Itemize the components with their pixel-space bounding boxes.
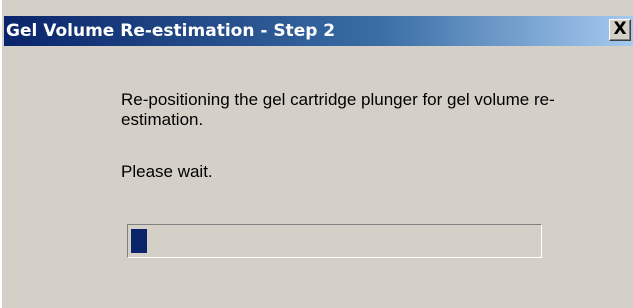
status-message: Re-positioning the gel cartridge plunger…: [121, 90, 555, 129]
progress-bar: [127, 224, 542, 258]
window-title: Gel Volume Re-estimation - Step 2: [6, 21, 336, 41]
close-icon: X: [613, 19, 627, 39]
title-bar[interactable]: Gel Volume Re-estimation - Step 2 X: [4, 16, 633, 46]
close-button[interactable]: X: [609, 19, 631, 41]
progress-bar-fill: [131, 229, 147, 253]
wait-message: Please wait.: [121, 162, 213, 181]
dialog-window: Gel Volume Re-estimation - Step 2 X Re-p…: [0, 0, 633, 308]
